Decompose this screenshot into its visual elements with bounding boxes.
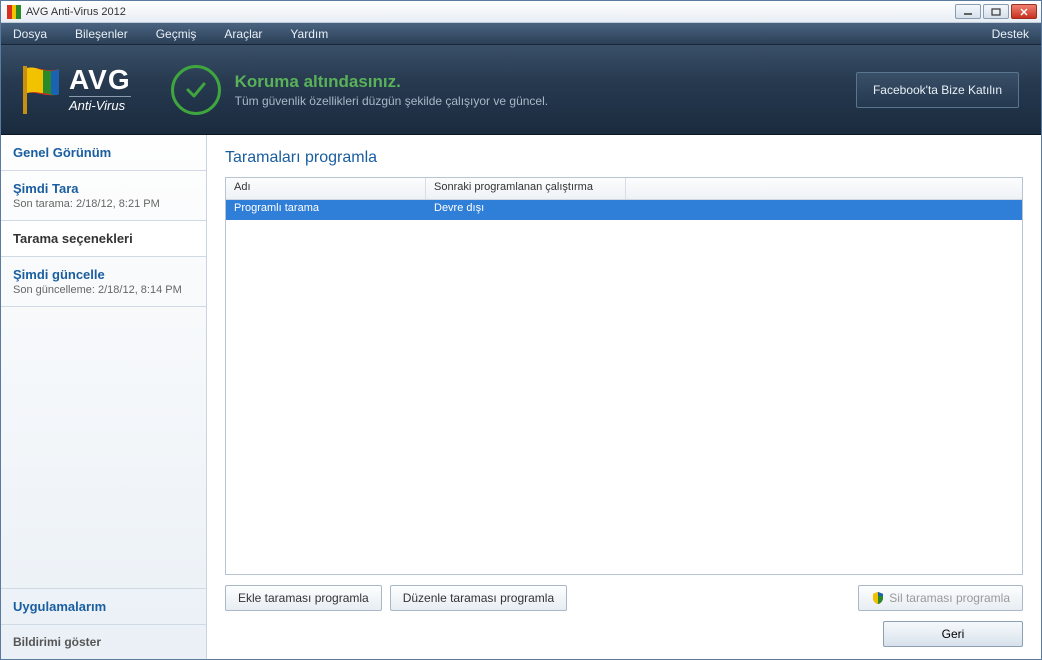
sidebar-item-label: Uygulamalarım: [13, 599, 194, 614]
content-area: Taramaları programla Adı Sonraki program…: [207, 135, 1041, 659]
header: AVG Anti-Virus Koruma altındasınız. Tüm …: [1, 45, 1041, 135]
menu-components[interactable]: Bileşenler: [75, 27, 128, 41]
sidebar-item-label: Bildirimi göster: [13, 635, 194, 649]
avg-flag-icon: [23, 66, 61, 114]
column-spacer: [626, 178, 1022, 199]
menu-help[interactable]: Yardım: [290, 27, 328, 41]
status-title: Koruma altındasınız.: [235, 72, 548, 92]
window-title: AVG Anti-Virus 2012: [26, 6, 955, 18]
sidebar-item-update-now[interactable]: Şimdi güncelle Son güncelleme: 2/18/12, …: [1, 257, 206, 307]
delete-scan-label: Sil taraması programla: [889, 591, 1010, 605]
menu-support[interactable]: Destek: [992, 27, 1029, 41]
table-header: Adı Sonraki programlanan çalıştırma: [226, 178, 1022, 200]
menubar: Dosya Bileşenler Geçmiş Araçlar Yardım D…: [1, 23, 1041, 45]
sidebar-item-overview[interactable]: Genel Görünüm: [1, 135, 206, 171]
scheduled-scans-table: Adı Sonraki programlanan çalıştırma Prog…: [225, 177, 1023, 575]
maximize-button[interactable]: [983, 4, 1009, 19]
protection-status: Koruma altındasınız. Tüm güvenlik özelli…: [171, 65, 856, 115]
cell-name: Programlı tarama: [226, 200, 426, 220]
checkmark-icon: [171, 65, 221, 115]
footer-row: Geri: [225, 621, 1023, 647]
sidebar-item-scan-now[interactable]: Şimdi Tara Son tarama: 2/18/12, 8:21 PM: [1, 171, 206, 221]
menu-file[interactable]: Dosya: [13, 27, 47, 41]
close-button[interactable]: [1011, 4, 1037, 19]
sidebar-item-label: Şimdi Tara: [13, 181, 194, 196]
window-controls: [955, 4, 1041, 19]
sidebar-item-scan-options[interactable]: Tarama seçenekleri: [1, 221, 206, 257]
cell-next-run: Devre dışı: [426, 200, 626, 220]
logo: AVG Anti-Virus: [23, 66, 131, 114]
page-title: Taramaları programla: [225, 149, 1023, 167]
delete-scan-button[interactable]: Sil taraması programla: [858, 585, 1023, 611]
action-row: Ekle taraması programla Düzenle taraması…: [225, 585, 1023, 611]
sidebar-item-label: Şimdi güncelle: [13, 267, 194, 282]
logo-brand: AVG: [69, 66, 131, 94]
menu-history[interactable]: Geçmiş: [156, 27, 197, 41]
facebook-button[interactable]: Facebook'ta Bize Katılın: [856, 72, 1019, 108]
edit-scan-button[interactable]: Düzenle taraması programla: [390, 585, 567, 611]
add-scan-button[interactable]: Ekle taraması programla: [225, 585, 382, 611]
sidebar-item-sublabel: Son güncelleme: 2/18/12, 8:14 PM: [13, 284, 194, 296]
column-next-run[interactable]: Sonraki programlanan çalıştırma: [426, 178, 626, 199]
app-icon: [7, 5, 21, 19]
minimize-button[interactable]: [955, 4, 981, 19]
sidebar: Genel Görünüm Şimdi Tara Son tarama: 2/1…: [1, 135, 207, 659]
sidebar-item-label: Genel Görünüm: [13, 145, 194, 160]
menu-tools[interactable]: Araçlar: [224, 27, 262, 41]
shield-icon: [871, 591, 885, 605]
status-subtitle: Tüm güvenlik özellikleri düzgün şekilde …: [235, 94, 548, 108]
sidebar-item-label: Tarama seçenekleri: [13, 231, 194, 246]
sidebar-item-my-apps[interactable]: Uygulamalarım: [1, 588, 206, 625]
column-name[interactable]: Adı: [226, 178, 426, 199]
titlebar: AVG Anti-Virus 2012: [1, 1, 1041, 23]
sidebar-item-show-notification[interactable]: Bildirimi göster: [1, 625, 206, 659]
logo-subtitle: Anti-Virus: [69, 96, 131, 113]
table-row[interactable]: Programlı tarama Devre dışı: [226, 200, 1022, 220]
sidebar-item-sublabel: Son tarama: 2/18/12, 8:21 PM: [13, 198, 194, 210]
back-button[interactable]: Geri: [883, 621, 1023, 647]
